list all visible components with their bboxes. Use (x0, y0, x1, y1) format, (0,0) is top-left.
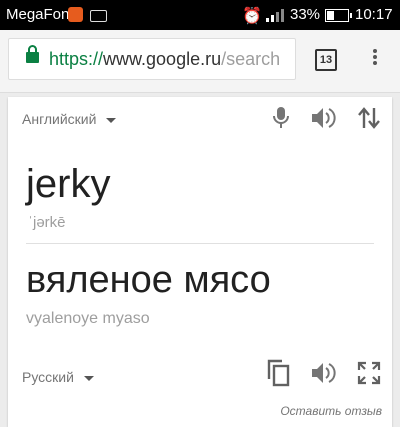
clock: 10:17 (355, 6, 393, 23)
target-language-label: Русский (22, 369, 74, 385)
fullscreen-icon[interactable] (357, 361, 381, 385)
translation-text: вяленое мясо (26, 259, 271, 301)
source-language-label: Английский (22, 111, 97, 127)
speaker-icon[interactable] (310, 361, 336, 385)
source-language-selector[interactable]: Английский (22, 111, 117, 127)
carrier-app-icon (68, 7, 83, 22)
source-word: jerky (26, 162, 111, 206)
swap-languages-icon[interactable] (358, 106, 380, 130)
overflow-menu-icon[interactable] (368, 47, 382, 71)
divider (26, 243, 374, 244)
copy-icon[interactable] (266, 359, 292, 387)
target-language-selector[interactable]: Русский (22, 369, 94, 385)
transliteration-text: vyalenoye myaso (26, 310, 150, 327)
url-host: www.google.ru (103, 49, 222, 69)
microphone-icon[interactable] (272, 106, 290, 130)
battery-fill (327, 11, 334, 20)
keyboard-icon (90, 10, 107, 22)
address-bar[interactable]: https://www.google.ru/search (8, 38, 296, 80)
browser-toolbar: https://www.google.ru/search 13 (0, 30, 400, 93)
tab-switcher-button[interactable]: 13 (315, 49, 337, 71)
dropdown-caret-icon (106, 117, 117, 123)
url-text[interactable]: https://www.google.ru/search (49, 49, 293, 70)
url-path: /search (221, 49, 281, 69)
speaker-icon[interactable] (310, 106, 336, 130)
phonetic-transcription: ˈjərkē (28, 214, 66, 231)
lock-icon (26, 45, 39, 63)
alarm-icon: ⏰ (242, 8, 262, 25)
feedback-link[interactable]: Оставить отзыв (280, 404, 382, 418)
battery-icon (325, 9, 352, 22)
url-scheme: https:// (49, 49, 104, 69)
battery-percent: 33% (290, 6, 321, 23)
translate-card: Английский jerky ˈjərkē вяленое мясо vya… (8, 97, 392, 427)
dropdown-caret-icon (83, 375, 94, 381)
carrier-name: MegaFon (6, 6, 70, 23)
signal-icon (266, 9, 284, 22)
status-bar: MegaFon ⏰ 33% 10:17 (0, 0, 400, 30)
